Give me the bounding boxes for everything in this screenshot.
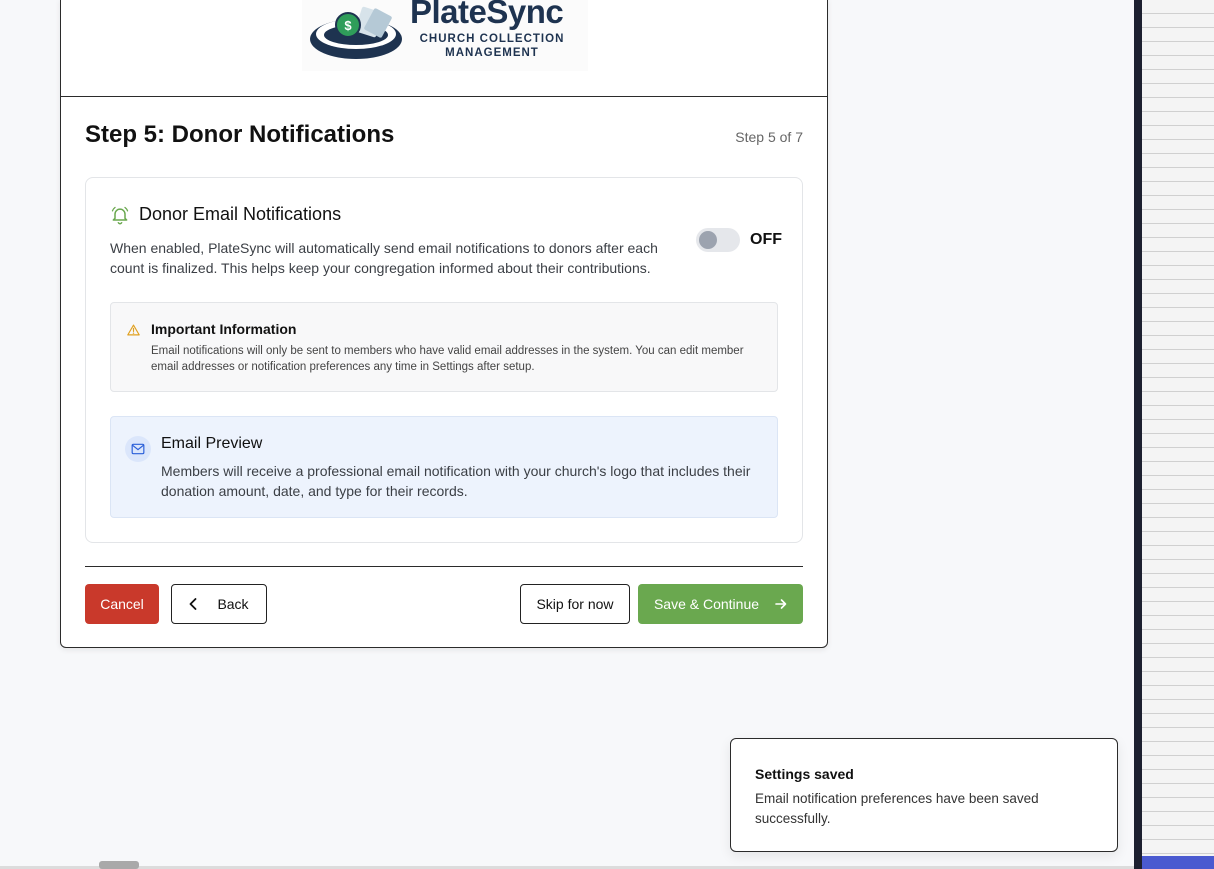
bell-icon bbox=[111, 206, 129, 224]
preview-title: Email Preview bbox=[161, 435, 263, 452]
important-info-box: Important Information Email notification… bbox=[110, 302, 778, 392]
notification-header: Donor Email Notifications bbox=[110, 204, 341, 225]
step-counter: Step 5 of 7 bbox=[735, 129, 803, 145]
arrow-right-icon bbox=[775, 599, 787, 609]
toast-title: Settings saved bbox=[755, 766, 854, 782]
footer-divider bbox=[85, 566, 803, 567]
back-label: Back bbox=[217, 596, 249, 612]
setup-wizard-card: $ PlateSync CHURCH COLLECTION MANAGEMENT… bbox=[60, 0, 828, 648]
scroll-handle[interactable] bbox=[99, 861, 139, 869]
skip-button[interactable]: Skip for now bbox=[520, 584, 630, 624]
settings-saved-toast: Settings saved Email notification prefer… bbox=[730, 738, 1118, 852]
collection-plate-icon: $ bbox=[310, 6, 402, 59]
email-preview-box: Email Preview Members will receive a pro… bbox=[110, 416, 778, 518]
mail-icon bbox=[131, 443, 145, 455]
notification-description: When enabled, PlateSync will automatical… bbox=[110, 240, 658, 276]
page-title: Step 5: Donor Notifications bbox=[85, 121, 395, 148]
info-text: Email notifications will only be sent to… bbox=[151, 345, 744, 373]
notification-toggle[interactable] bbox=[696, 228, 740, 252]
notification-title: Donor Email Notifications bbox=[139, 204, 342, 224]
cancel-label: Cancel bbox=[100, 596, 144, 612]
save-continue-button[interactable]: Save & Continue bbox=[638, 584, 803, 624]
notification-settings-panel: Donor Email Notifications When enabled, … bbox=[85, 177, 803, 543]
toggle-knob bbox=[699, 231, 717, 249]
mail-icon-badge bbox=[125, 436, 151, 462]
background-ruled-panel bbox=[1142, 0, 1214, 869]
preview-text: Members will receive a professional emai… bbox=[161, 463, 751, 499]
chevron-left-icon bbox=[190, 598, 197, 610]
platesync-logo: $ PlateSync CHURCH COLLECTION MANAGEMENT bbox=[302, 0, 588, 71]
warning-icon bbox=[127, 324, 140, 336]
logo-wordmark: PlateSync bbox=[410, 0, 564, 30]
background-window-edge bbox=[1134, 0, 1142, 869]
toast-message: Email notification preferences have been… bbox=[755, 791, 1039, 826]
save-label: Save & Continue bbox=[653, 596, 760, 612]
background-panel-footer bbox=[1142, 856, 1214, 869]
skip-label: Skip for now bbox=[536, 596, 614, 612]
cancel-button[interactable]: Cancel bbox=[85, 584, 159, 624]
toggle-state-label: OFF bbox=[750, 231, 782, 248]
coin-symbol: $ bbox=[344, 18, 352, 33]
logo-tagline: CHURCH COLLECTION MANAGEMENT bbox=[419, 33, 565, 59]
logo-header: $ PlateSync CHURCH COLLECTION MANAGEMENT bbox=[61, 0, 827, 97]
info-title: Important Information bbox=[151, 321, 297, 337]
back-button[interactable]: Back bbox=[171, 584, 267, 624]
notification-toggle-group: OFF bbox=[696, 228, 782, 252]
